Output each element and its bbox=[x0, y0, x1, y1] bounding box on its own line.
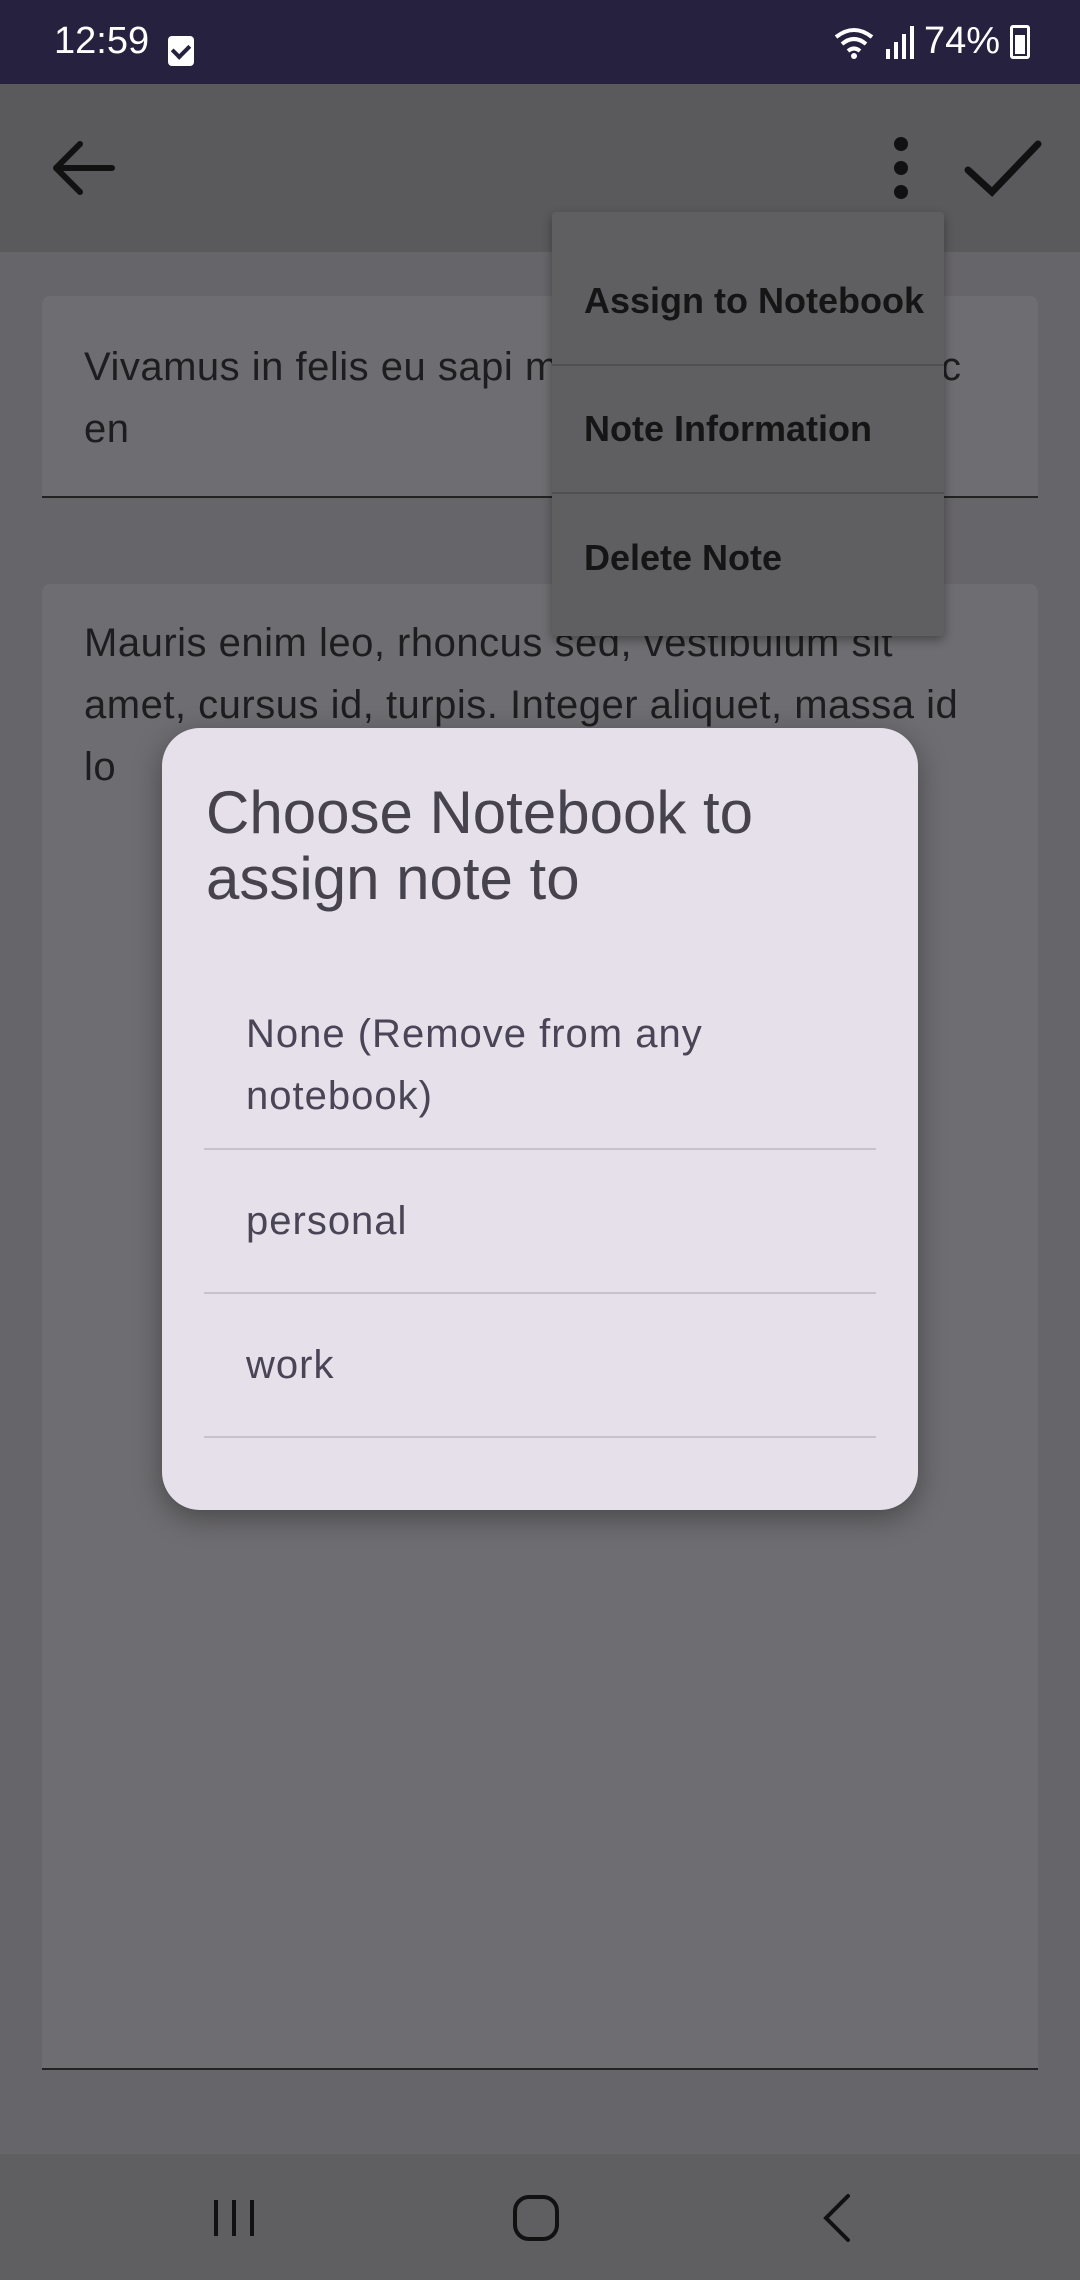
menu-item-delete-note[interactable]: Delete Note bbox=[552, 494, 944, 622]
notebook-option-none[interactable]: None (Remove from any notebook) bbox=[204, 982, 876, 1150]
signal-icon bbox=[885, 25, 914, 59]
more-vert-icon bbox=[894, 137, 908, 199]
status-bar: 12:59 74% bbox=[0, 0, 1080, 84]
notebook-option-work[interactable]: work bbox=[204, 1294, 876, 1438]
option-label: work bbox=[246, 1343, 335, 1387]
notebook-option-personal[interactable]: personal bbox=[204, 1150, 876, 1294]
menu-item-assign-to-notebook[interactable]: Assign to Notebook bbox=[552, 216, 944, 366]
notification-check-icon bbox=[168, 36, 194, 66]
home-button[interactable] bbox=[512, 2194, 560, 2242]
nav-back-button[interactable] bbox=[822, 2192, 852, 2244]
choose-notebook-dialog: Choose Notebook to assign note to None (… bbox=[162, 728, 918, 1510]
option-label: None (Remove from any notebook) bbox=[246, 1012, 703, 1118]
option-label: personal bbox=[246, 1199, 408, 1243]
status-time: 12:59 bbox=[54, 20, 150, 62]
menu-item-note-information[interactable]: Note Information bbox=[552, 366, 944, 494]
more-options-button[interactable] bbox=[866, 128, 936, 208]
recent-apps-icon bbox=[214, 2200, 254, 2236]
system-nav-bar bbox=[0, 2154, 1080, 2280]
back-button[interactable] bbox=[40, 128, 130, 208]
status-indicators: 74% bbox=[834, 20, 1030, 63]
chevron-left-icon bbox=[823, 2194, 850, 2242]
battery-icon bbox=[1010, 24, 1030, 59]
battery-percent: 74% bbox=[923, 20, 1000, 62]
wifi-icon bbox=[834, 27, 874, 59]
arrow-left-icon bbox=[53, 141, 115, 195]
check-icon bbox=[964, 140, 1042, 197]
dialog-title: Choose Notebook to assign note to bbox=[206, 779, 754, 912]
home-icon bbox=[513, 2195, 559, 2241]
save-button[interactable] bbox=[958, 128, 1048, 208]
recent-apps-button[interactable] bbox=[212, 2198, 256, 2238]
overflow-menu: Assign to Notebook Note Information Dele… bbox=[552, 212, 944, 636]
